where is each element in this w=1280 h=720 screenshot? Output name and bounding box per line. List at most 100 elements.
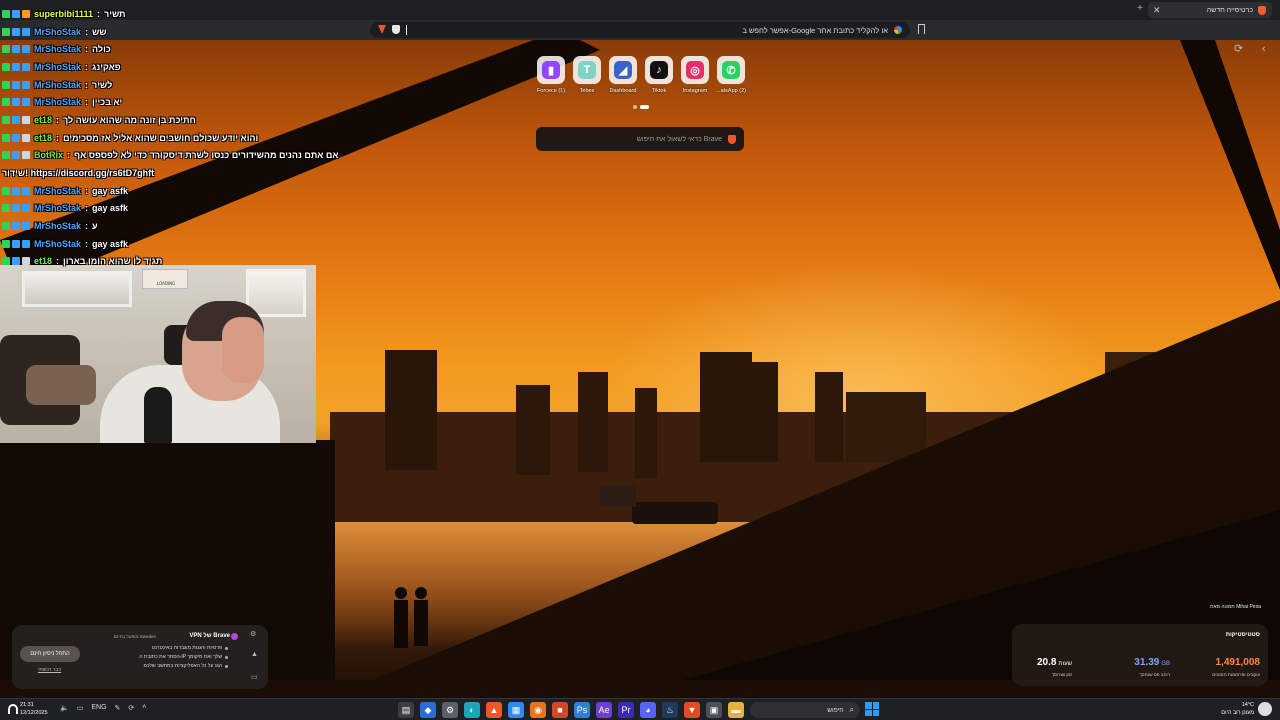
bookmark-icon[interactable] — [918, 24, 925, 34]
chat-separator: : — [85, 238, 89, 249]
badge-icon — [12, 9, 20, 18]
weather-widget[interactable]: 14°C מעונן רוב היום — [1221, 701, 1254, 717]
chat-message: superbibi1111: תשיר — [2, 5, 342, 23]
speed-dial-tile[interactable]: ▮ — [537, 56, 565, 84]
brave-rewards-icon[interactable] — [378, 25, 386, 34]
chat-username[interactable]: MrShoStak — [34, 27, 81, 37]
premiere-icon[interactable]: Pr — [618, 702, 634, 718]
pager-dot[interactable] — [633, 105, 637, 109]
folder-icon[interactable]: ▬ — [728, 702, 744, 718]
language-indicator[interactable]: ENG — [91, 704, 106, 712]
start-button-icon[interactable] — [865, 702, 879, 716]
vpn-subtitle: מופעל בחינם Sweden — [113, 634, 156, 639]
tray-overflow-icon[interactable]: ˄ — [142, 704, 146, 712]
stats-title: סטטיסטיקות — [1225, 632, 1260, 638]
speed-dial-item[interactable]: ◎ Instagram — [681, 56, 709, 100]
chat-username[interactable]: et18 — [34, 256, 52, 266]
badge-icon — [12, 62, 20, 71]
clock-date: 12/12/2025 — [20, 710, 48, 716]
discord-icon[interactable]: ◕ — [640, 702, 656, 718]
collapse-icon[interactable]: ▲ — [251, 651, 258, 658]
speed-dial-item[interactable]: ♪ Tiktok — [645, 56, 673, 100]
office-icon[interactable]: ■ — [552, 702, 568, 718]
new-tab-button[interactable]: + — [1137, 3, 1143, 14]
settings-icon[interactable]: ⚙ — [250, 630, 256, 638]
chat-message: BotRix: אם אתם נהנים מהשידורים כנסו לשרת … — [2, 147, 342, 165]
card-icon[interactable]: ▭ — [251, 673, 258, 681]
chat-username[interactable]: MrShoStak — [34, 221, 81, 231]
chat-username[interactable]: MrShoStak — [34, 239, 81, 249]
chat-username[interactable]: BotRix — [34, 150, 63, 160]
vpn-icon — [231, 633, 238, 640]
files-icon[interactable]: ▦ — [508, 702, 524, 718]
chat-username[interactable]: MrShoStak — [34, 203, 81, 213]
start-free-trial-button[interactable]: התחל ניסיון חינם — [20, 646, 80, 662]
wifi-icon[interactable] — [8, 704, 18, 714]
badge-icon — [22, 133, 30, 142]
volume-icon[interactable]: 🔈 — [60, 704, 69, 712]
photoshop-icon[interactable]: Ps — [574, 702, 590, 718]
brave-shields-icon[interactable] — [392, 25, 400, 34]
reload-icon[interactable]: ⟳ — [1234, 43, 1243, 55]
pillow — [26, 365, 96, 405]
chat-username[interactable]: et18 — [34, 115, 52, 125]
network-icon[interactable]: ▭ — [77, 704, 84, 712]
address-placeholder: אפשר לחפש ב-Google או להקליד כתובת אתר — [742, 25, 888, 35]
speed-dial-tile[interactable]: T — [573, 56, 601, 84]
clock[interactable]: 21:31 12/12/2025 — [20, 701, 48, 717]
vpn-features: פרטיות והגנות מוגברות באינטרנט הסתר את כ… — [139, 645, 228, 669]
badge-icon — [22, 115, 30, 124]
brave-vpn-card: ⚙ ▲ ▭ VPN של Brave מופעל בחינם Sweden פר… — [12, 625, 268, 689]
chat-message: MrShoStak: פאקינג — [2, 58, 342, 76]
speed-dial-item[interactable]: ▮ Forcece (1) — [537, 56, 565, 100]
chat-badges — [2, 80, 30, 89]
badge-icon — [2, 115, 10, 124]
badge-icon — [2, 45, 10, 54]
chat-badges — [2, 239, 30, 248]
vscode-icon[interactable]: ◆ — [420, 702, 436, 718]
after-effects-icon[interactable]: Ae — [596, 702, 612, 718]
already-purchased-link[interactable]: כבר רכשתי — [38, 667, 61, 673]
badge-icon — [12, 80, 20, 89]
chat-username[interactable]: superbibi1111 — [34, 9, 93, 19]
speed-dial-tile[interactable]: ♪ — [645, 56, 673, 84]
pager-dot-active[interactable] — [640, 105, 649, 109]
file-explorer-icon[interactable]: ▤ — [398, 702, 414, 718]
chat-username[interactable]: MrShoStak — [34, 80, 81, 90]
photo-credit[interactable]: תמונה מאת Mihai Pexa — [1210, 604, 1261, 610]
tab-new-tab[interactable]: ✕ כרטיסייה חדשה — [1148, 2, 1272, 18]
brave-nightly-icon[interactable]: ▼ — [684, 702, 700, 718]
speed-dial-tile[interactable]: ◎ — [681, 56, 709, 84]
settings-icon[interactable]: ⚙ — [442, 702, 458, 718]
brave-search-box[interactable]: כדאי לשאול את חיפוש Brave — [536, 127, 744, 151]
twitch-icon: ▮ — [542, 61, 560, 79]
steam-icon[interactable]: ♨ — [662, 702, 678, 718]
back-icon[interactable]: ‹ — [1262, 43, 1266, 55]
search-label: חיפוש — [827, 706, 844, 714]
speed-dial: ▮ Forcece (1) T Tebex ◢ Dashboard ♪ Tiktok ◎ Inst… — [534, 56, 748, 100]
brave-icon[interactable]: ▲ — [486, 702, 502, 718]
speed-dial-item[interactable]: ✆ ...atsApp (2) — [716, 56, 746, 100]
chat-username[interactable]: MrShoStak — [34, 97, 81, 107]
speed-dial-tile[interactable]: ◢ — [609, 56, 637, 84]
address-bar[interactable]: אפשר לחפש ב-Google או להקליד כתובת אתר — [370, 22, 910, 38]
speed-dial-item[interactable]: T Tebex — [573, 56, 601, 100]
edge-icon[interactable]: ◐ — [464, 702, 480, 718]
chat-username[interactable]: MrShoStak — [34, 62, 81, 72]
chat-message: MrShoStak: כולה — [2, 40, 342, 58]
taskbar-apps: ▤ ◆ ⚙ ◐ ▲ ▦ ◉ ■ Ps Ae Pr ◕ ♨ ▼ ▣ ▬ — [398, 702, 744, 718]
chat-username[interactable]: MrShoStak — [34, 186, 81, 196]
chat-username[interactable]: MrShoStak — [34, 44, 81, 54]
close-tab-icon[interactable]: ✕ — [1153, 4, 1161, 16]
blender-icon[interactable]: ◉ — [530, 702, 546, 718]
badge-icon — [2, 204, 10, 213]
store-icon[interactable]: ▣ — [706, 702, 722, 718]
taskbar-search[interactable]: חיפוש ⌕ — [750, 702, 860, 718]
chat-text: שש — [92, 26, 107, 37]
speed-dial-item[interactable]: ◢ Dashboard — [609, 56, 637, 100]
pen-icon[interactable]: ✎ — [115, 704, 121, 712]
chat-username[interactable]: et18 — [34, 133, 52, 143]
chat-message: MrShoStak: gay asfk — [2, 235, 342, 253]
update-icon[interactable]: ⟳ — [128, 704, 134, 712]
speed-dial-tile[interactable]: ✆ — [717, 56, 745, 84]
